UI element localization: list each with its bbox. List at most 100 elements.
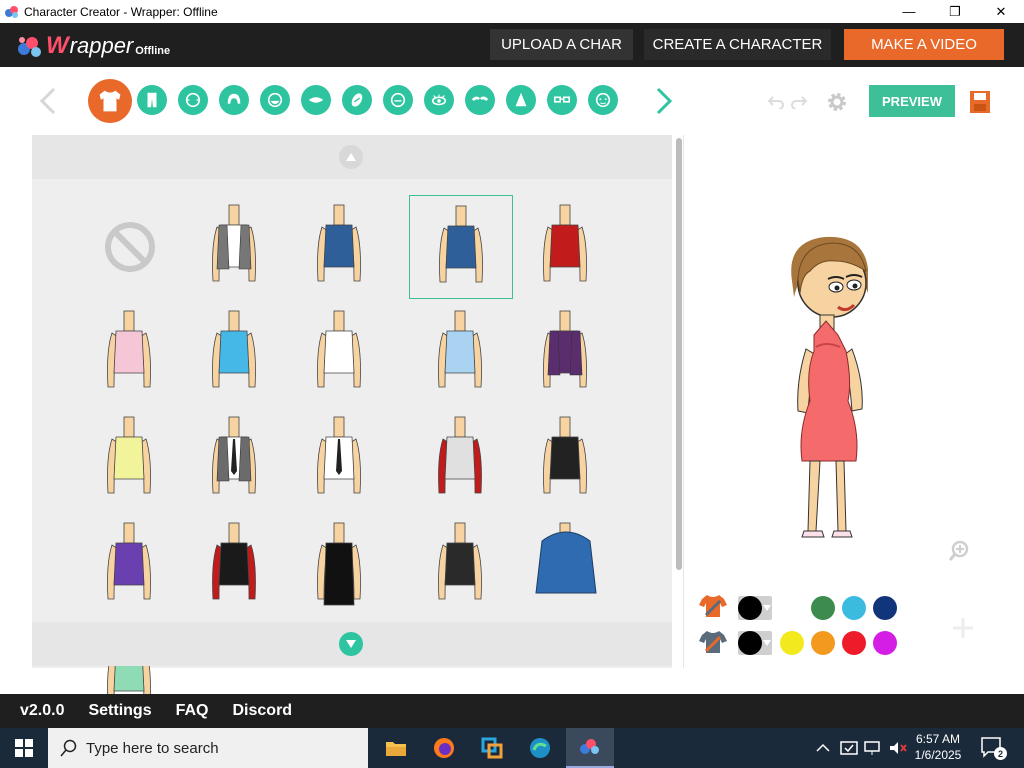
file-explorer-taskbar[interactable] — [372, 728, 420, 768]
top-item[interactable] — [78, 513, 182, 617]
scroll-down-button[interactable] — [339, 632, 363, 656]
taskbar-clock[interactable]: 6:57 AM 1/6/2025 — [906, 731, 970, 763]
top-item[interactable] — [183, 513, 287, 617]
top-item[interactable] — [288, 407, 392, 511]
scroll-up-button[interactable] — [339, 145, 363, 169]
faq-link[interactable]: FAQ — [176, 702, 209, 720]
chevron-up-icon[interactable] — [816, 743, 830, 753]
tab-mouth[interactable] — [301, 85, 331, 115]
eyebrow-icon — [471, 96, 489, 101]
move-icon — [953, 618, 973, 638]
make-video-button[interactable]: MAKE A VIDEO — [844, 29, 1004, 60]
top-item[interactable] — [78, 301, 182, 405]
top-item[interactable] — [183, 407, 287, 511]
primary-color-dropdown[interactable] — [738, 596, 772, 620]
search-icon — [60, 739, 77, 757]
gear-icon[interactable] — [825, 90, 849, 114]
chevron-left-icon[interactable] — [36, 85, 60, 117]
primary-color-swatch[interactable] — [780, 596, 804, 620]
top-item[interactable] — [409, 195, 513, 299]
taskbar-search[interactable]: Type here to search — [48, 728, 368, 768]
top-item[interactable] — [514, 513, 618, 617]
scroll-down-bar[interactable] — [32, 622, 672, 666]
app-taskbar[interactable] — [468, 728, 516, 768]
top-item[interactable] — [288, 301, 392, 405]
top-item[interactable] — [514, 407, 618, 511]
shirt-thumbnail — [438, 416, 482, 494]
tab-tops[interactable] — [88, 79, 132, 123]
caret-down-icon — [763, 640, 771, 646]
beard-icon — [267, 92, 283, 108]
chevron-right-icon[interactable] — [652, 85, 676, 117]
start-button[interactable] — [0, 728, 48, 768]
top-item[interactable] — [78, 407, 182, 511]
tab-face[interactable] — [588, 85, 618, 115]
volume-muted-icon[interactable] — [888, 740, 908, 756]
item-scrollbar[interactable] — [676, 138, 682, 570]
shirt-thumbnail — [317, 416, 361, 494]
wrapper-logo-icon — [580, 739, 599, 754]
tab-nose[interactable] — [506, 85, 536, 115]
save-icon[interactable] — [969, 90, 991, 114]
restore-button[interactable]: ❐ — [932, 0, 978, 23]
security-icon[interactable] — [840, 740, 858, 756]
window-controls: — ❐ ✕ — [886, 0, 1024, 23]
wrapper-offline-taskbar[interactable] — [566, 728, 614, 768]
notification-count: 2 — [994, 747, 1007, 760]
selected-color-swatch — [738, 596, 762, 620]
tab-face-shape[interactable] — [178, 85, 208, 115]
logo-subtitle: Offline — [135, 45, 171, 57]
top-item[interactable] — [409, 407, 513, 511]
upload-char-button[interactable]: UPLOAD A CHAR — [490, 29, 633, 60]
notification-button[interactable]: 2 — [980, 736, 1010, 760]
tab-head[interactable] — [383, 85, 413, 115]
create-character-button[interactable]: CREATE A CHARACTER — [644, 29, 831, 60]
secondary-color-swatch[interactable] — [780, 631, 804, 655]
top-item[interactable] — [288, 513, 392, 617]
discord-link[interactable]: Discord — [233, 702, 293, 720]
triangle-down-icon — [346, 640, 356, 648]
firefox-taskbar[interactable] — [420, 728, 468, 768]
tab-eyes[interactable] — [424, 85, 454, 115]
shirt-thumbnail — [438, 310, 482, 388]
secondary-color-dropdown[interactable] — [738, 631, 772, 655]
shirt-thumbnail — [212, 204, 256, 282]
network-icon[interactable] — [864, 740, 882, 756]
redo-icon[interactable] — [790, 93, 808, 109]
top-item[interactable] — [183, 195, 287, 299]
secondary-color-swatch[interactable] — [842, 631, 866, 655]
preview-button[interactable]: PREVIEW — [869, 85, 955, 117]
selected-color-swatch — [738, 631, 762, 655]
tab-eyebrows[interactable] — [465, 85, 495, 115]
system-tray — [812, 728, 908, 768]
edge-taskbar[interactable] — [516, 728, 564, 768]
top-item[interactable] — [183, 301, 287, 405]
secondary-color-swatch[interactable] — [873, 631, 897, 655]
head-icon — [390, 92, 406, 108]
app-header: W rapper Offline UPLOAD A CHAR CREATE A … — [0, 23, 1024, 67]
top-item[interactable] — [514, 195, 618, 299]
tab-accessory[interactable] — [342, 85, 372, 115]
scroll-up-bar[interactable] — [32, 135, 672, 179]
top-item[interactable] — [409, 513, 513, 617]
top-item[interactable] — [409, 301, 513, 405]
face-shape-icon — [185, 92, 201, 108]
primary-color-swatch[interactable] — [842, 596, 866, 620]
primary-color-swatch[interactable] — [873, 596, 897, 620]
secondary-color-swatch[interactable] — [811, 631, 835, 655]
settings-link[interactable]: Settings — [88, 702, 151, 720]
minimize-button[interactable]: — — [886, 0, 932, 23]
shirt-thumbnail — [438, 522, 482, 600]
tab-bottoms[interactable] — [137, 85, 167, 115]
undo-icon[interactable] — [767, 93, 785, 109]
no-top-item[interactable] — [78, 195, 182, 299]
tab-hair[interactable] — [219, 85, 249, 115]
tab-glasses[interactable] — [547, 85, 577, 115]
zoom-in-icon[interactable] — [948, 540, 970, 562]
tab-beard[interactable] — [260, 85, 290, 115]
primary-color-swatch[interactable] — [811, 596, 835, 620]
close-button[interactable]: ✕ — [978, 0, 1024, 23]
top-item[interactable] — [288, 195, 392, 299]
logo-text: rapper — [69, 33, 134, 58]
top-item[interactable] — [514, 301, 618, 405]
